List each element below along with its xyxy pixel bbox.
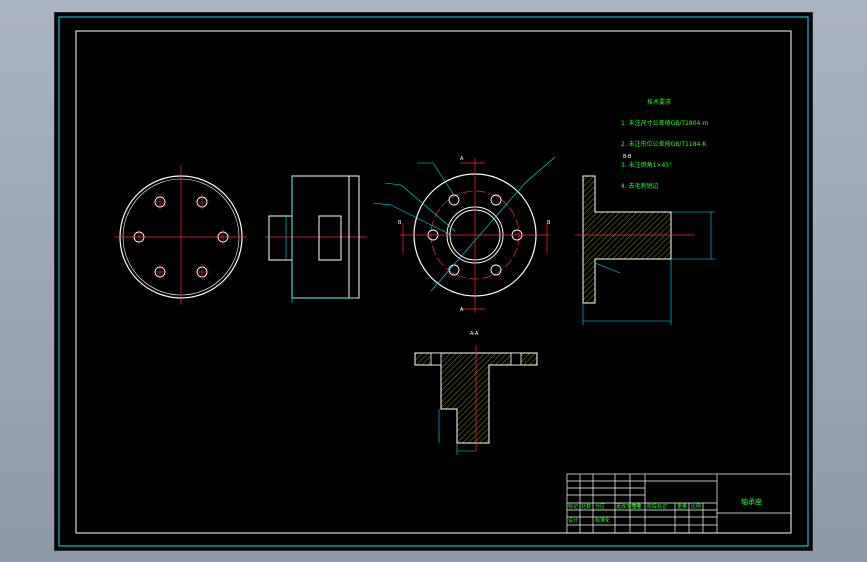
cut-marker-b-left: B: [398, 220, 402, 226]
tb-sign-label: 签名: [632, 504, 643, 510]
part-name: 轴承座: [741, 498, 762, 506]
drawing-sheet: 技术要求 1. 未注尺寸公差按GB/T1804-m 2. 未注形位公差按GB/T…: [54, 12, 813, 551]
flange-top-view: [372, 156, 556, 313]
tb-count-label: 处数: [581, 504, 592, 510]
tb-standard-label: 标准化: [595, 518, 611, 524]
cut-marker-b-right: B: [547, 220, 551, 226]
front-view: [115, 165, 247, 305]
section-aa-label: A-A: [470, 331, 479, 337]
tb-zone-label: 分区: [595, 504, 606, 510]
cut-marker-a-bottom: A: [460, 307, 464, 313]
requirement-item: 3. 未注倒角1×45°: [621, 162, 673, 169]
section-aa-view: [414, 345, 538, 455]
tb-mark-label: 标记: [568, 504, 579, 510]
tb-design-label: 设计: [568, 518, 579, 524]
technical-requirements: 技术要求 1. 未注尺寸公差按GB/T1804-m 2. 未注形位公差按GB/T…: [621, 85, 708, 204]
tb-stage-label: 阶段标记: [647, 504, 668, 510]
requirements-title: 技术要求: [647, 99, 672, 106]
requirement-item: 1. 未注尺寸公差按GB/T1804-m: [621, 120, 709, 127]
cut-marker-a-top: A: [460, 156, 464, 162]
tb-scale-label: 比例: [691, 504, 702, 510]
tb-weight-label: 重量: [677, 504, 688, 510]
side-view: [265, 175, 367, 303]
requirement-item: 4. 去毛刺锐边: [621, 183, 659, 190]
section-bb-label: B-B: [623, 154, 632, 160]
requirement-item: 2. 未注形位公差按GB/T1184-K: [621, 141, 707, 148]
